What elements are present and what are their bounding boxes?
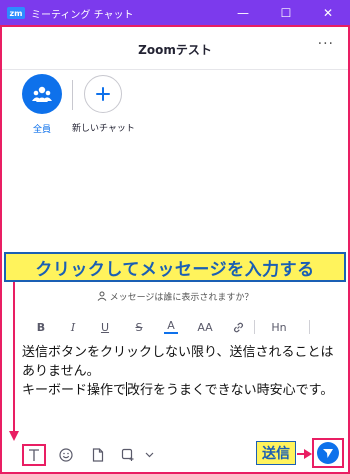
heading-button[interactable]: Hn	[268, 318, 290, 336]
chat-header: Zoomテスト ···	[2, 26, 348, 70]
underline-button[interactable]: U	[98, 318, 112, 336]
send-button[interactable]	[312, 438, 344, 468]
emoji-icon	[59, 448, 73, 462]
chat-title: Zoomテスト	[138, 43, 212, 57]
annotation-overlay	[0, 25, 350, 474]
send-icon	[317, 442, 339, 464]
visibility-person-icon	[97, 291, 106, 301]
chevron-down-icon[interactable]	[142, 445, 156, 465]
message-text-line2b: 改行をうまくできない時安心です。	[127, 383, 334, 398]
plus-icon	[84, 75, 122, 113]
title-bar: zm ミーティング チャット — ☐ ✕	[0, 0, 350, 26]
message-text-line1: 送信ボタンをクリックしない限り、送信されることはありません。	[22, 345, 334, 379]
screenshot-icon	[121, 448, 134, 461]
send-annotation-text: 送信	[262, 446, 290, 462]
send-annotation-label: 送信	[256, 441, 296, 465]
maximize-button[interactable]: ☐	[268, 0, 304, 26]
italic-button[interactable]: I	[66, 318, 80, 336]
toolbar-divider	[254, 320, 255, 334]
recipient-everyone[interactable]: 全員	[20, 74, 64, 135]
recipient-label: 新しいチャット	[72, 124, 135, 134]
format-toolbar: B I U S A AA Hn	[26, 318, 326, 336]
close-button[interactable]: ✕	[310, 0, 346, 26]
message-input[interactable]: 送信ボタンをクリックしない限り、送信されることはありません。 キーボード操作で改…	[22, 343, 340, 400]
emoji-button[interactable]	[56, 445, 76, 465]
people-icon	[22, 74, 62, 114]
minimize-button[interactable]: —	[225, 0, 261, 26]
zoom-app-icon: zm	[7, 7, 25, 19]
more-options-button[interactable]: ···	[318, 36, 334, 52]
screenshot-button[interactable]	[118, 445, 138, 465]
visibility-text: メッセージは誰に表示されますか？	[109, 293, 254, 303]
font-size-button[interactable]: AA	[194, 318, 216, 336]
bold-button[interactable]: B	[34, 318, 48, 336]
window-title: ミーティング チャット	[31, 9, 134, 21]
link-button[interactable]	[230, 318, 246, 336]
annotation-banner: クリックしてメッセージを入力する	[4, 252, 346, 282]
annotation-arrow-head	[304, 449, 312, 459]
recipient-label: 全員	[32, 125, 51, 135]
annotation-banner-text: クリックしてメッセージを入力する	[35, 259, 315, 280]
new-chat-button[interactable]: 新しいチャット	[72, 74, 135, 134]
strikethrough-button[interactable]: S	[132, 318, 146, 336]
toolbar-divider	[304, 318, 316, 336]
message-text-line2a: キーボード操作で	[22, 383, 127, 398]
file-button[interactable]	[88, 445, 108, 465]
annotation-arrow-head	[9, 431, 19, 441]
format-text-button[interactable]	[22, 444, 46, 466]
visibility-selector[interactable]: メッセージは誰に表示されますか？	[2, 290, 348, 303]
link-icon	[233, 322, 243, 332]
font-color-button[interactable]: A	[164, 318, 178, 334]
file-icon	[92, 448, 104, 462]
text-format-icon	[29, 449, 39, 461]
